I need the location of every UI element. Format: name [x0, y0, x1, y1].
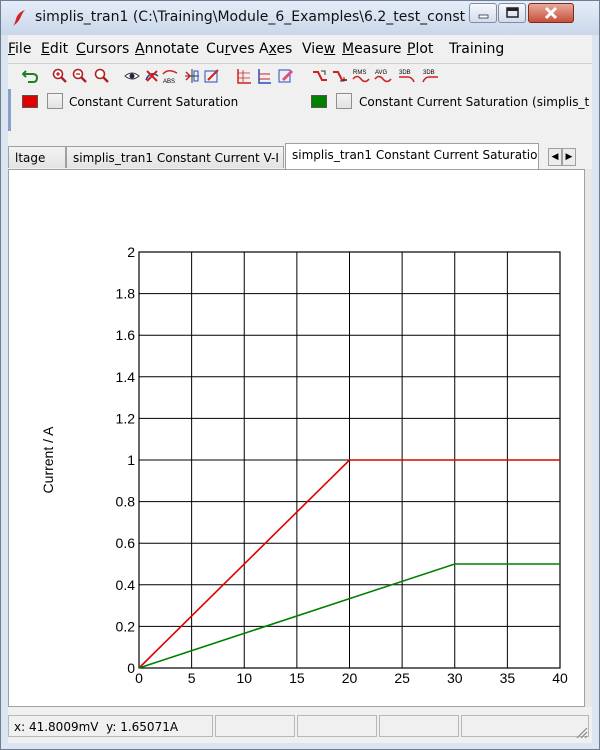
y-tick-label: 2 [127, 244, 135, 260]
status-cell-4 [379, 715, 459, 737]
legend-checkbox-red[interactable] [47, 93, 63, 109]
cursor-readout: x: 41.8009mV y: 1.65071A [14, 720, 178, 734]
zoom-in-icon[interactable] [52, 68, 68, 84]
y-tick-label: 0 [127, 660, 135, 676]
menu-file[interactable]: File [8, 41, 31, 57]
close-icon [544, 6, 558, 20]
minimize-icon [478, 14, 489, 19]
title-bar[interactable]: simplis_tran1 (C:\Training\Module_6_Exam… [1, 1, 599, 35]
y-readout: y: 1.65071A [106, 720, 179, 734]
zoom-out-icon[interactable] [72, 68, 88, 84]
y-tick-label: 0.4 [116, 577, 136, 593]
x-tick-label: 10 [236, 670, 252, 686]
menu-view[interactable]: View [302, 41, 335, 57]
rise-icon[interactable] [312, 68, 328, 84]
menu-plot[interactable]: Plot [407, 41, 433, 57]
avg-label: AVG [375, 70, 388, 76]
cursor-icon[interactable] [184, 68, 200, 84]
y-axis-label: Current / A [40, 426, 56, 494]
y-tick-label: 1.8 [116, 286, 136, 302]
menu-edit[interactable]: Edit [41, 41, 68, 57]
x-tick-label: 20 [342, 670, 358, 686]
tab-label: simplis_tran1 Constant Current Saturatio… [292, 148, 539, 162]
right-edge [585, 169, 592, 707]
tab-label: ltage [15, 151, 46, 165]
avg-icon[interactable]: AVG [374, 68, 392, 84]
tab-voltage[interactable]: ltage [8, 146, 66, 168]
maximize-icon [506, 7, 519, 18]
y-tick-label: 0.8 [116, 494, 136, 510]
delete-curve-icon[interactable] [144, 68, 160, 84]
x-tick-label: 5 [188, 670, 196, 686]
graph-viewer: File Edit Cursors Annotate Curves Axes View Mea… [8, 35, 592, 743]
status-cell-5 [461, 715, 589, 737]
undo-icon[interactable] [22, 68, 38, 84]
paint-icon[interactable] [278, 68, 294, 84]
simplis-app-icon [13, 10, 25, 26]
eye-icon[interactable] [124, 68, 140, 84]
menu-measure[interactable]: Measure [342, 41, 402, 57]
tab-constant-current-saturation[interactable]: simplis_tran1 Constant Current Saturatio… [285, 143, 539, 169]
grid-icon[interactable] [236, 68, 252, 84]
status-bar: x: 41.8009mV y: 1.65071A [8, 715, 592, 743]
status-cell-2 [215, 715, 295, 737]
curve-legend: Constant Current Saturation Constant Cur… [8, 89, 592, 133]
close-button[interactable] [528, 3, 574, 23]
menu-curves[interactable]: Curves [206, 41, 255, 57]
3db-label-1: 3DB [399, 70, 411, 76]
legend-checkbox-green[interactable] [336, 93, 352, 109]
tab-scroll-right-icon[interactable]: ▶ [562, 148, 576, 166]
xy-chart[interactable]: 0 5 10 15 20 25 30 35 40 0 0.2 0.4 0.6 0.8 1 1.2 1.4 1.6 1… [9, 170, 584, 726]
x-tick-label: 40 [552, 670, 568, 686]
rms-icon[interactable]: RMS [352, 68, 370, 84]
x-tick-label: 35 [500, 670, 516, 686]
tab-scroll-left-icon[interactable]: ◀ [548, 148, 562, 166]
menu-cursors[interactable]: Cursors [76, 41, 129, 57]
legend-edge-marker [8, 89, 11, 131]
maximize-button[interactable] [498, 3, 526, 23]
rms-label: RMS [353, 70, 366, 76]
y-tick-label: 1 [127, 452, 135, 468]
3db-high-icon[interactable]: 3DB [422, 68, 440, 84]
edit-curve-icon[interactable] [204, 68, 220, 84]
fall-icon[interactable] [332, 68, 348, 84]
3db-label-2: 3DB [423, 70, 435, 76]
y-tick-label: 1.6 [116, 327, 136, 343]
tab-constant-current-vi[interactable]: simplis_tran1 Constant Current V-I [66, 146, 284, 168]
zoom-full-icon[interactable] [94, 68, 110, 84]
status-cell-3 [297, 715, 377, 737]
toolbar: ABS RMS AVG 3DB 3DB [8, 63, 592, 88]
menu-axes[interactable]: Axes [259, 41, 292, 57]
y-tick-label: 1.2 [116, 410, 136, 426]
y-tick-label: 0.2 [116, 618, 136, 634]
window-title: simplis_tran1 (C:\Training\Module_6_Exam… [35, 9, 465, 25]
y-tick-label: 0.6 [116, 535, 136, 551]
menu-bar: File Edit Cursors Annotate Curves Axes View Mea… [8, 37, 592, 61]
legend-swatch-red[interactable] [22, 95, 38, 108]
tab-label: simplis_tran1 Constant Current V-I [73, 151, 279, 165]
split-axis-icon[interactable] [256, 68, 272, 84]
plot-area[interactable]: 0 5 10 15 20 25 30 35 40 0 0.2 0.4 0.6 0.8 1 1.2 1.4 1.6 1… [8, 169, 585, 726]
menu-training[interactable]: Training [449, 41, 504, 57]
tab-strip: ltage simplis_tran1 Constant Current V-I… [8, 143, 592, 169]
app-window: simplis_tran1 (C:\Training\Module_6_Exam… [0, 0, 600, 750]
resize-grip-icon[interactable] [574, 725, 588, 739]
cursor-readout-cell: x: 41.8009mV y: 1.65071A [8, 715, 213, 737]
x-tick-label: 30 [447, 670, 463, 686]
x-tick-label: 25 [394, 670, 410, 686]
menu-annotate[interactable]: Annotate [135, 41, 199, 57]
legend-label-green[interactable]: Constant Current Saturation (simplis_tra [359, 95, 589, 109]
legend-label-red[interactable]: Constant Current Saturation [69, 95, 238, 109]
x-tick-label: 0 [135, 670, 143, 686]
3db-low-icon[interactable]: 3DB [398, 68, 416, 84]
minimize-button[interactable] [469, 3, 497, 23]
abs-icon[interactable]: ABS [162, 68, 178, 84]
svg-text:ABS: ABS [163, 79, 175, 84]
x-readout: x: 41.8009mV [14, 720, 99, 734]
legend-swatch-green[interactable] [311, 95, 327, 108]
x-tick-label: 15 [289, 670, 305, 686]
y-tick-label: 1.4 [116, 369, 136, 385]
